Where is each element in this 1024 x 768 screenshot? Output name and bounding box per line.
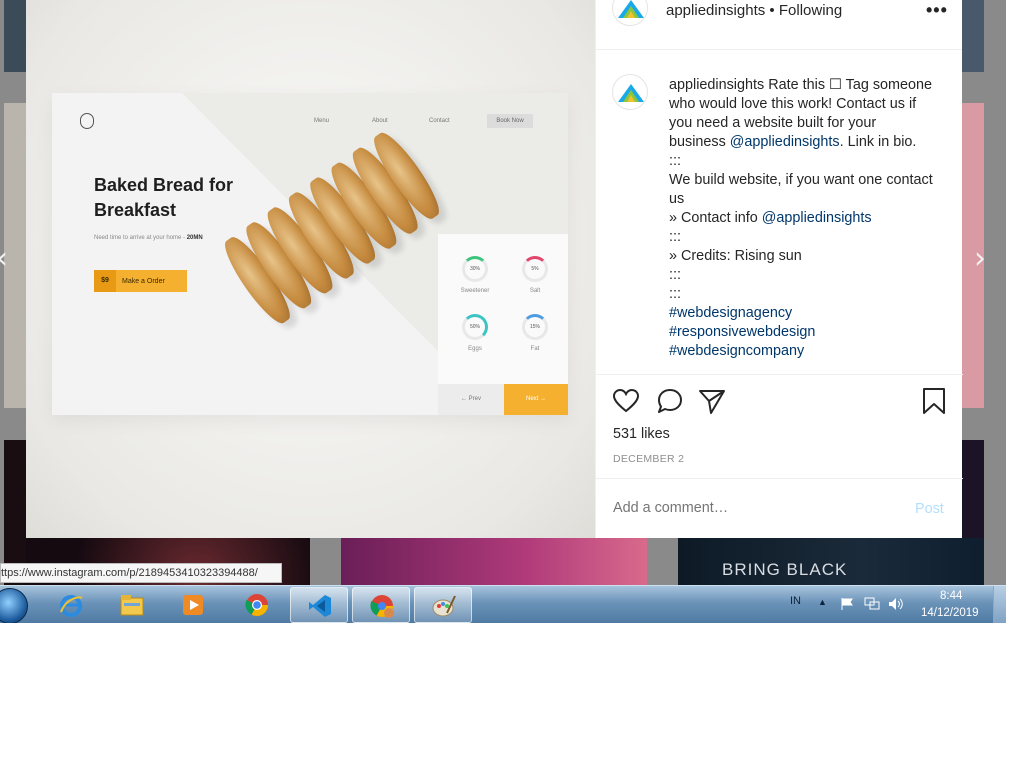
separator-dot: • [769,2,775,19]
caption-separator: ::: [669,286,681,302]
feed-tile[interactable] [962,440,984,540]
network-icon[interactable] [864,597,880,611]
mockup-menu-item: About [372,118,388,124]
mockup-pager: ← Prev Next → [438,384,568,415]
desktop-screen: BRING BLACK ‹ › Menu About Contact Book … [0,0,1006,623]
chrome-paint-icon[interactable] [352,587,410,623]
post-caption: appliedinsights Rate this ☐ Tag someone … [669,76,934,361]
volume-icon[interactable] [888,597,904,611]
mockup-menu-item: Contact [429,118,450,124]
post-header: appliedinsights • Following ••• [596,0,962,50]
mockup-book-now: Book Now [487,114,533,128]
hashtag-link[interactable]: #webdesignagency [669,305,792,321]
mention-link[interactable]: @appliedinsights [762,210,872,226]
feed-tile[interactable] [4,0,26,72]
status-bar-url: ttps://www.instagram.com/p/2189453410323… [0,563,282,583]
nutrient-item: 50% Eggs [450,314,500,352]
post-actions: 531 likes DECEMBER 2 [596,374,963,478]
vscode-icon[interactable] [290,587,348,623]
mockup-order-button: $9 Make a Order [94,270,187,292]
post-image[interactable]: Menu About Contact Book Now Baked Bread … [26,0,595,538]
mockup-subtitle: Need time to arrive at your home - 20MN [94,235,203,241]
avatar[interactable] [612,74,648,110]
website-mockup: Menu About Contact Book Now Baked Bread … [52,93,568,415]
likes-count[interactable]: 531 likes [613,426,670,442]
comment-form: Post [596,478,963,538]
file-explorer-icon[interactable] [103,587,161,623]
avatar[interactable] [612,0,648,26]
mockup-next: Next → [504,384,568,415]
caption-text: We build website, if you want one contac… [669,172,933,207]
bookmark-icon[interactable] [920,387,948,415]
hashtag-link[interactable]: #webdesigncompany [669,343,804,359]
caption-separator: ::: [669,267,681,283]
show-desktop-button[interactable] [993,586,1006,623]
paint-icon[interactable] [414,587,472,623]
comment-input[interactable] [613,500,893,516]
comments-scroll-area[interactable]: appliedinsights Rate this ☐ Tag someone … [596,50,963,374]
more-options-icon[interactable]: ••• [926,0,948,21]
mockup-menu-item: Menu [314,118,330,124]
clock-date[interactable]: 14/12/2019 [921,607,979,619]
heart-icon[interactable] [612,387,640,415]
mockup-nutrient-panel: 30% Sweetener 5% Salt 50% Eggs 15% Fat [438,234,568,384]
post-header-user: appliedinsights • Following [666,2,842,19]
share-icon[interactable] [698,387,726,415]
language-indicator[interactable]: IN [790,595,801,607]
next-post-arrow-icon[interactable]: › [974,241,986,276]
caption-text: » Credits: Rising sun [669,248,802,264]
caption-separator: ::: [669,229,681,245]
clock-time[interactable]: 8:44 [940,590,962,602]
feed-tile-text: BRING BLACK [722,560,848,579]
previous-post-arrow-icon[interactable]: ‹ [0,241,8,276]
mockup-price: $9 [94,270,116,292]
appliedinsights-logo-icon [618,0,644,18]
username-link[interactable]: appliedinsights [666,2,765,19]
mockup-prev: ← Prev [438,384,504,415]
mockup-logo-icon [80,113,94,129]
post-sidebar: appliedinsights • Following ••• appliedi… [595,0,963,538]
nutrient-item: 15% Fat [510,314,560,352]
feed-tile[interactable] [341,538,647,585]
post-comment-button[interactable]: Post [915,501,944,517]
nutrient-item: 30% Sweetener [450,256,500,294]
mockup-order-label: Make a Order [122,277,165,285]
following-button[interactable]: Following [779,2,842,19]
mockup-title: Baked Bread for Breakfast [94,175,234,220]
hashtag-link[interactable]: #responsivewebdesign [669,324,815,340]
show-hidden-icons-icon[interactable]: ▲ [818,597,827,607]
media-player-icon[interactable] [164,587,222,623]
caption-username[interactable]: appliedinsights [669,77,764,93]
caption-text: . Link in bio. [839,134,917,150]
post-modal: Menu About Contact Book Now Baked Bread … [26,0,963,538]
internet-explorer-icon[interactable] [42,587,100,623]
caption-text: » Contact info [669,210,758,226]
windows-taskbar: IN ▲ 8:44 14/12/2019 [0,585,1006,623]
start-button-icon[interactable] [0,588,28,623]
mention-link[interactable]: @appliedinsights [730,134,840,150]
action-center-flag-icon[interactable] [840,597,854,611]
chrome-icon[interactable] [228,587,286,623]
nutrient-item: 5% Salt [510,256,560,294]
caption-separator: ::: [669,153,681,169]
post-date[interactable]: DECEMBER 2 [613,453,684,465]
appliedinsights-logo-icon [618,84,644,102]
comment-icon[interactable] [656,387,684,415]
feed-tile[interactable] [962,0,984,72]
